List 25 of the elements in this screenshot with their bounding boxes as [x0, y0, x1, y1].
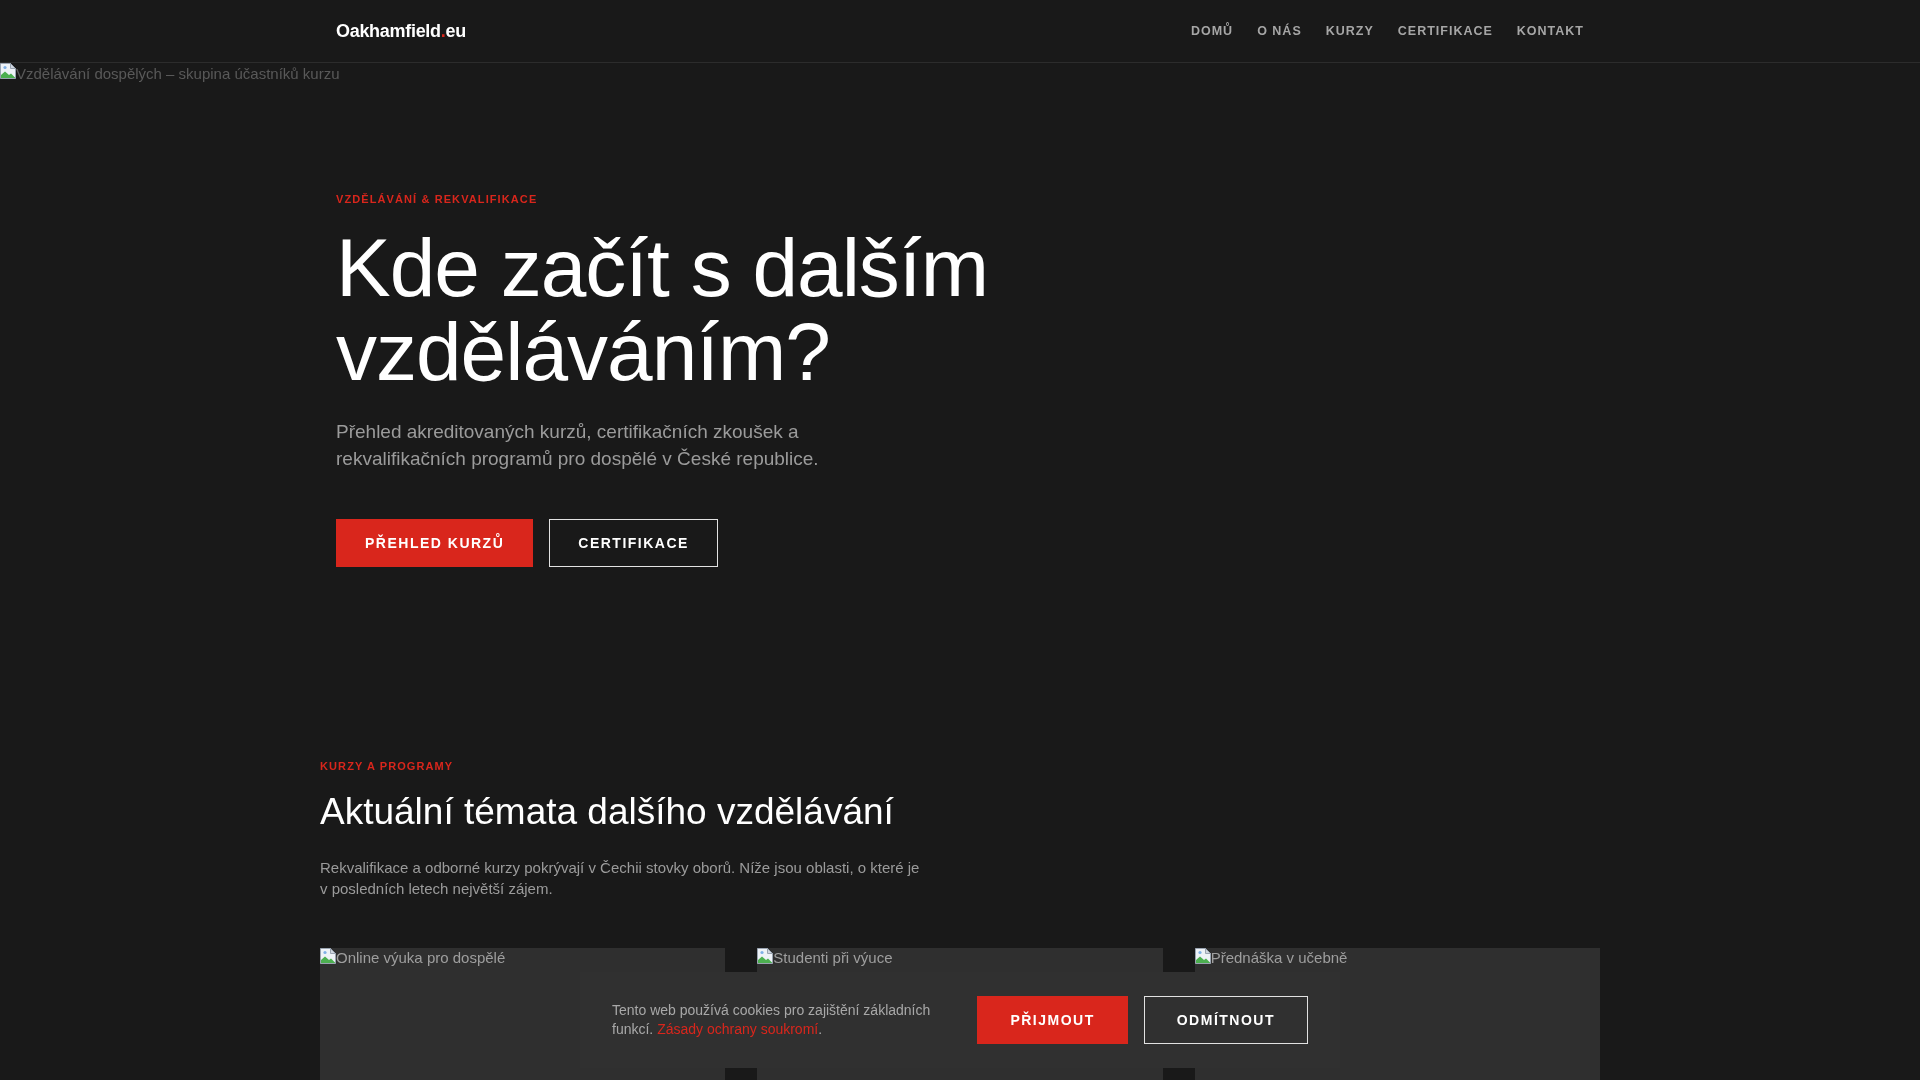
decline-button[interactable]: ODMÍTNOUT	[1143, 996, 1308, 1044]
nav-link[interactable]: O NÁS	[1257, 24, 1302, 38]
image-alt-text: Vzdělávání dospělých – skupina účastníků kurzu	[16, 64, 340, 84]
section-eyebrow: KURZY A PROGRAMY	[320, 760, 455, 773]
section-heading: Aktuální témata dalšího vzdělávání	[320, 790, 895, 834]
section-eyebrow: VZDĚLÁVÁNÍ & REKVALIFIKACE	[336, 193, 539, 206]
image-alt-text: Online výuka pro dospělé	[336, 948, 506, 968]
hero-lead-text: Přehled akreditovaných kurzů, certifikačních zkoušek a rekvalifikačních programů pro dospělé v České republice.	[336, 420, 820, 471]
section-intro-text: Rekvalifikace a odborné kurzy pokrývají v Čechii stovky oborů. Níže jsou oblasti, o které je v posledních letech největší zájem.	[320, 858, 921, 899]
broken-image-icon	[1194, 948, 1211, 964]
primary-cta-button[interactable]: PŘEHLED KURZŮ	[336, 519, 534, 567]
nav-link[interactable]: KONTAKT	[1516, 24, 1584, 38]
nav-link[interactable]: CERTIFIKACE	[1397, 24, 1493, 38]
broken-image-icon	[320, 948, 336, 964]
image-alt-text: Studenti při výuce	[773, 948, 893, 968]
broken-image-icon	[757, 948, 774, 964]
accept-button[interactable]: PŘIJMOUT	[977, 996, 1128, 1044]
broken-image-icon	[0, 63, 16, 79]
nav-link[interactable]: DOMŮ	[1190, 24, 1234, 38]
site-logo[interactable]: Oakhamfield.eu	[336, 20, 466, 42]
cookie-notice-text: Tento web používá cookies pro zajištění základních funkcí. Zásady ochrany soukromí.	[612, 1001, 932, 1039]
image-alt-text: Přednáška v učebně	[1210, 948, 1348, 968]
hero-heading: Kde začít s dalším vzděláváním?	[336, 226, 989, 394]
nav-link[interactable]: KURZY	[1325, 24, 1374, 38]
secondary-cta-button[interactable]: CERTIFIKACE	[549, 519, 718, 567]
